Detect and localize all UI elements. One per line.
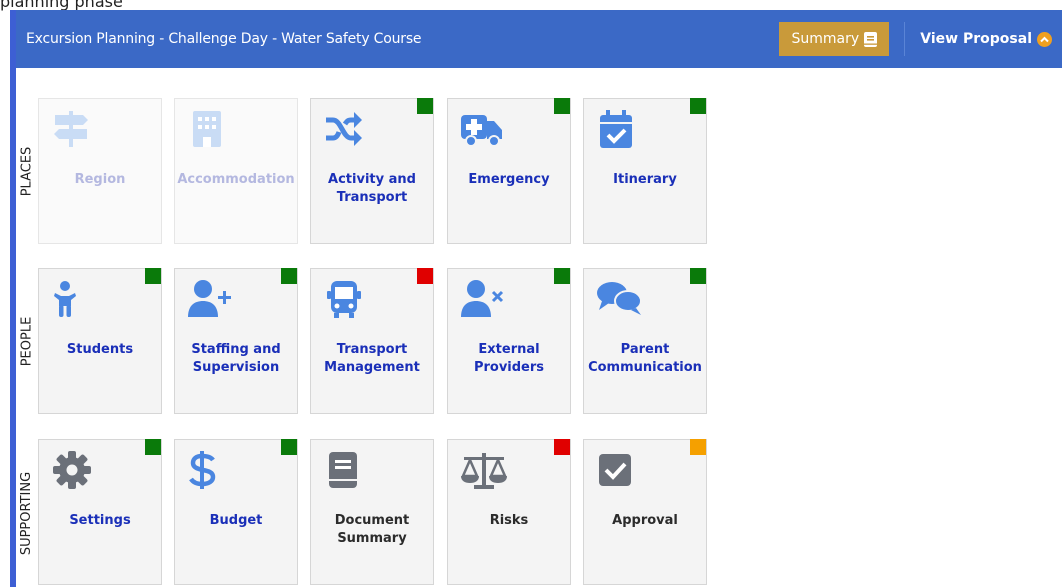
tile-risks[interactable]: Risks	[447, 439, 571, 585]
child-icon	[54, 281, 76, 317]
view-proposal-label: View Proposal	[920, 31, 1032, 47]
user-times-icon	[461, 280, 504, 317]
book-icon	[864, 31, 878, 47]
tile-transport-management[interactable]: Transport Management	[310, 268, 434, 414]
page-title: Excursion Planning - Challenge Day - Wat…	[26, 31, 422, 47]
tile-label: Parent Communication	[588, 342, 702, 375]
section-label-people: PEOPLE	[19, 316, 35, 366]
check-square-icon	[599, 454, 631, 486]
book-icon	[329, 452, 357, 488]
view-proposal-button[interactable]: View Proposal	[920, 31, 1062, 47]
tile-accommodation: Accommodation	[174, 98, 298, 244]
gear-icon	[53, 451, 91, 489]
calendar-check-icon	[600, 110, 632, 148]
tile-itinerary[interactable]: Itinerary	[583, 98, 707, 244]
tile-budget[interactable]: Budget	[174, 439, 298, 585]
status-indicator	[554, 98, 570, 114]
tile-label: External Providers	[473, 342, 545, 375]
header-divider	[904, 22, 906, 56]
summary-button[interactable]: Summary	[779, 22, 890, 56]
status-indicator	[690, 439, 706, 455]
status-indicator	[690, 268, 706, 284]
tile-document-summary[interactable]: Document Summary	[310, 439, 434, 585]
status-indicator	[281, 268, 297, 284]
tile-label: Budget	[209, 513, 263, 528]
status-indicator	[417, 98, 433, 114]
tile-students[interactable]: Students	[38, 268, 162, 414]
chevron-up-icon	[1037, 31, 1052, 47]
ambulance-icon	[461, 115, 502, 147]
tile-activity-and-transport[interactable]: Activity and Transport	[310, 98, 434, 244]
tile-settings[interactable]: Settings	[38, 439, 162, 585]
header-bar: Excursion Planning - Challenge Day - Wat…	[16, 10, 1062, 68]
tile-approval[interactable]: Approval	[583, 439, 707, 585]
tile-label: Region	[74, 172, 126, 187]
tile-parent-communication[interactable]: Parent Communication	[583, 268, 707, 414]
shuffle-icon	[326, 112, 362, 146]
dollar-icon	[189, 451, 216, 489]
tile-label: Settings	[69, 513, 131, 528]
section-label-places: PLACES	[19, 146, 35, 196]
status-indicator	[281, 439, 297, 455]
balance-scale-icon	[461, 453, 507, 489]
tile-label: Risks	[489, 513, 529, 528]
bus-icon	[327, 281, 361, 318]
tile-label: Document Summary	[334, 513, 410, 546]
user-plus-icon	[188, 280, 231, 317]
status-indicator	[417, 268, 433, 284]
tile-external-providers[interactable]: External Providers	[447, 268, 571, 414]
summary-label: Summary	[791, 31, 860, 47]
tile-staffing-and-supervision[interactable]: Staffing and Supervision	[174, 268, 298, 414]
tile-label: Transport Management	[324, 342, 420, 375]
status-indicator	[554, 439, 570, 455]
status-indicator	[554, 268, 570, 284]
building-icon	[193, 111, 221, 147]
tile-label: Itinerary	[613, 172, 677, 187]
tile-label: Staffing and Supervision	[191, 342, 281, 375]
tile-label: Emergency	[468, 172, 550, 187]
status-indicator	[145, 268, 161, 284]
comments-icon	[597, 282, 642, 315]
status-indicator	[145, 439, 161, 455]
tile-label: Approval	[612, 513, 678, 528]
status-indicator	[690, 98, 706, 114]
tile-label: Students	[66, 342, 134, 357]
tile-label: Activity and Transport	[328, 172, 416, 205]
tile-label: Accommodation	[177, 172, 295, 187]
section-label-supporting: SUPPORTING	[19, 471, 35, 555]
signpost-icon	[54, 111, 88, 147]
tile-region: Region	[38, 98, 162, 244]
tile-emergency[interactable]: Emergency	[447, 98, 571, 244]
